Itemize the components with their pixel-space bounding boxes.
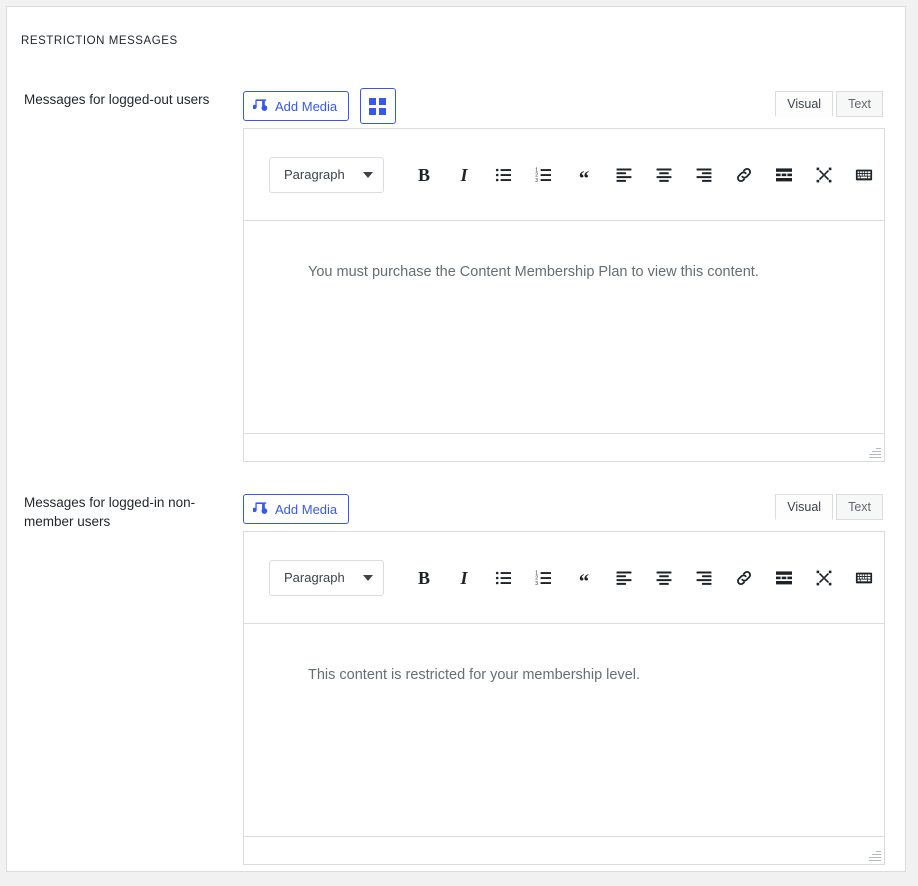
align-center-icon[interactable] — [652, 566, 676, 590]
bold-icon[interactable]: B — [412, 566, 436, 590]
editor-body-text: You must purchase the Content Membership… — [308, 264, 759, 280]
align-left-icon[interactable] — [612, 163, 636, 187]
numbered-list-icon[interactable]: 123 — [532, 566, 556, 590]
italic-icon-glyph: I — [460, 567, 468, 588]
editor-toolbar: Paragraph B I 1 2 3 “ — [244, 532, 884, 624]
read-more-icon[interactable] — [772, 163, 796, 187]
media-add-icon — [252, 97, 269, 116]
field-label: Messages for logged-in non-member users — [24, 495, 196, 529]
media-add-icon — [252, 500, 269, 519]
bold-icon-glyph: B — [417, 567, 430, 588]
numbered-list-icon[interactable]: 123 — [532, 163, 556, 187]
bold-icon-glyph: B — [417, 164, 430, 185]
grid-blocks-icon — [369, 97, 387, 115]
resize-handle-icon[interactable] — [867, 847, 881, 861]
section-heading: RESTRICTION MESSAGES — [21, 35, 178, 47]
toolbar-button-row: B I 1 2 3 “ — [404, 163, 884, 190]
bulleted-list-icon[interactable] — [492, 566, 516, 590]
align-center-icon[interactable] — [652, 163, 676, 187]
svg-text:3: 3 — [535, 177, 538, 183]
toolbar-toggle-icon[interactable] — [852, 163, 876, 187]
tab-visual[interactable]: Visual — [775, 494, 834, 520]
insert-link-icon[interactable] — [732, 566, 756, 590]
add-media-label: Add Media — [275, 501, 338, 517]
resize-handle-icon[interactable] — [867, 444, 881, 458]
editor-content-area[interactable]: This content is restricted for your memb… — [244, 624, 884, 836]
blockquote-icon[interactable]: “ — [572, 566, 596, 593]
media-buttons-bar: Add Media — [243, 88, 396, 125]
editor-statusbar — [244, 433, 884, 461]
align-right-icon[interactable] — [692, 163, 716, 187]
fullscreen-icon[interactable] — [812, 566, 836, 590]
format-select[interactable]: Paragraph — [269, 156, 384, 193]
blockquote-icon-glyph: “ — [578, 166, 590, 190]
svg-text:3: 3 — [535, 580, 538, 586]
editor-content-area[interactable]: You must purchase the Content Membership… — [244, 221, 884, 433]
editor-mode-tabs: Visual Text — [775, 91, 883, 117]
italic-icon-glyph: I — [460, 164, 468, 185]
format-select-value: Paragraph — [284, 167, 345, 182]
media-buttons-bar: Add Media — [243, 494, 350, 528]
toolbar-button-row: B I 1 2 3 “ — [404, 566, 884, 593]
chevron-down-icon — [363, 574, 373, 581]
bulleted-list-icon[interactable] — [492, 163, 516, 187]
add-media-button[interactable]: Add Media — [243, 494, 350, 524]
bold-icon[interactable]: B — [412, 163, 436, 187]
tab-text[interactable]: Text — [836, 494, 883, 520]
blockquote-icon[interactable]: “ — [572, 163, 596, 190]
italic-icon[interactable]: I — [452, 566, 476, 590]
tab-visual[interactable]: Visual — [775, 91, 834, 117]
fullscreen-icon[interactable] — [812, 163, 836, 187]
editor-body-text: This content is restricted for your memb… — [308, 667, 641, 683]
align-left-icon[interactable] — [612, 566, 636, 590]
editor-mode-tabs: Visual Text — [775, 494, 883, 520]
toolbar-toggle-icon[interactable] — [852, 566, 876, 590]
chevron-down-icon — [363, 171, 373, 178]
format-select[interactable]: Paragraph — [269, 559, 384, 596]
italic-icon[interactable]: I — [452, 163, 476, 187]
editor-statusbar — [244, 836, 884, 864]
blocks-button[interactable] — [359, 88, 396, 124]
read-more-icon[interactable] — [772, 566, 796, 590]
editor-toolbar: Paragraph B I 1 2 3 “ — [244, 129, 884, 221]
editor-box: Paragraph B I 1 2 3 “ You must purchase the C… — [243, 128, 885, 462]
add-media-button[interactable]: Add Media — [243, 91, 350, 121]
add-media-label: Add Media — [275, 98, 338, 114]
blockquote-icon-glyph: “ — [578, 569, 590, 593]
restriction-messages-panel: RESTRICTION MESSAGES Messages for logged… — [6, 6, 906, 872]
field-label: Messages for logged-out users — [24, 92, 210, 107]
tab-text[interactable]: Text — [836, 91, 883, 117]
align-right-icon[interactable] — [692, 566, 716, 590]
insert-link-icon[interactable] — [732, 163, 756, 187]
format-select-value: Paragraph — [284, 570, 345, 585]
editor-box: Paragraph B I 1 2 3 “ This content is restric… — [243, 531, 885, 865]
